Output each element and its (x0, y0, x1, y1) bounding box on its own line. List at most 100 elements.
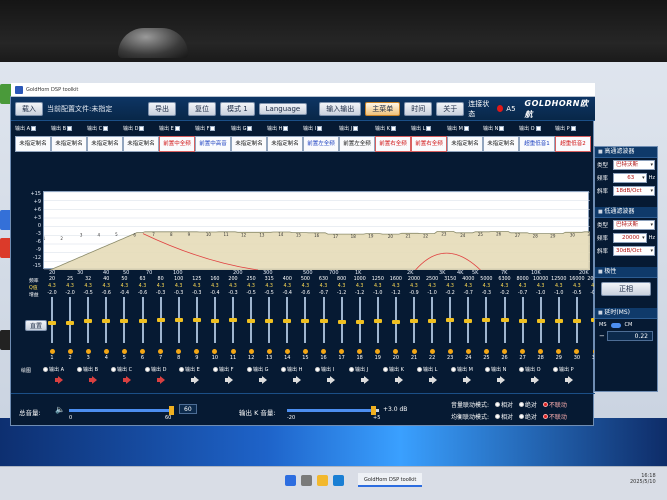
channel-name-box[interactable]: 前置中全频 (159, 136, 195, 152)
band-knob-icon[interactable] (302, 349, 308, 354)
slider-thumb[interactable] (120, 318, 129, 323)
param-cell[interactable]: 4000 (459, 277, 477, 282)
band-knob-icon[interactable] (339, 349, 345, 354)
delay-unit-cm[interactable]: CM (625, 322, 633, 328)
output-radio[interactable] (145, 367, 150, 372)
channel-1[interactable]: 输出 B 未指定制名 (51, 123, 89, 157)
param-cell[interactable]: -1.0 (423, 291, 441, 296)
volume-link-relative-radio[interactable] (494, 402, 500, 407)
output-radio[interactable] (281, 367, 286, 372)
slider-thumb[interactable] (337, 319, 346, 324)
param-cell[interactable]: 2500 (423, 277, 441, 282)
channel-checkbox[interactable] (535, 125, 541, 131)
eq-band-slider[interactable] (229, 297, 237, 343)
band-knob-icon[interactable] (140, 349, 145, 354)
master-volume-slider[interactable] (69, 406, 174, 415)
export-button[interactable]: 导出 (147, 101, 176, 116)
channel-7[interactable]: 输出 H 未指定制名 (267, 123, 305, 157)
mode-button[interactable]: 模式 1 (219, 101, 255, 116)
param-cell[interactable]: -1.2 (351, 291, 369, 296)
channel-checkbox[interactable] (31, 125, 37, 131)
channel-8[interactable]: 输出 I 前置左全频 (303, 123, 341, 157)
channel-name-box[interactable]: 未指定制名 (15, 136, 51, 152)
band-knob-icon[interactable] (103, 349, 109, 354)
band-marker[interactable]: 3 (80, 232, 83, 237)
param-cell[interactable]: 20 (43, 277, 61, 282)
slider-thumb[interactable] (319, 318, 328, 323)
param-cell[interactable]: 160 (206, 277, 224, 282)
param-cell[interactable]: 4.3 (532, 284, 550, 289)
band-knob-icon[interactable] (447, 349, 453, 354)
output-radio[interactable] (417, 367, 422, 372)
channel-13[interactable]: 输出 N 未指定制名 (483, 123, 521, 157)
param-cell[interactable]: 40 (97, 277, 115, 282)
slider-thumb[interactable] (428, 319, 437, 324)
speaker-icon[interactable] (395, 376, 405, 384)
param-cell[interactable]: 4.3 (115, 284, 133, 289)
eq-band-slider[interactable] (319, 297, 328, 343)
channel-checkbox[interactable] (67, 125, 73, 131)
channel-name-box[interactable]: 前置中高音 (195, 136, 231, 152)
band-marker[interactable]: 20 (388, 234, 394, 239)
param-cell[interactable]: 4.3 (152, 284, 170, 289)
speaker-icon[interactable] (361, 376, 371, 384)
slider-thumb[interactable] (518, 318, 527, 323)
param-cell[interactable]: 250 (242, 277, 260, 282)
param-cell[interactable]: -0.6 (97, 291, 115, 296)
eq-reset-button[interactable]: 直置 (25, 320, 48, 331)
slider-thumb[interactable] (482, 318, 491, 323)
band-marker[interactable]: 22 (423, 234, 429, 239)
param-cell[interactable]: -2.0 (43, 291, 61, 296)
param-cell[interactable]: 8000 (514, 277, 532, 282)
param-cell[interactable]: 4.3 (369, 284, 387, 289)
speaker-icon[interactable] (531, 376, 541, 384)
channel-name-box[interactable]: 超重低音1 (519, 136, 555, 152)
param-cell[interactable]: 4.3 (333, 284, 351, 289)
band-marker[interactable]: 24 (460, 233, 466, 238)
band-knob-icon[interactable] (321, 349, 326, 354)
volume-link-none-radio[interactable] (542, 402, 548, 407)
param-cell[interactable]: 4.3 (188, 284, 206, 289)
slider-thumb[interactable] (301, 318, 310, 323)
channel-checkbox[interactable] (353, 125, 359, 131)
band-marker[interactable]: 11 (223, 232, 229, 237)
hp-slope-select[interactable]: 18dB/Oct (613, 185, 655, 196)
band-marker[interactable]: 1 (43, 236, 46, 241)
channel-checkbox[interactable] (283, 125, 289, 131)
band-knob-icon[interactable] (375, 349, 381, 354)
eq-link-absolute-radio[interactable] (518, 414, 524, 419)
output-toggle-15[interactable]: 输出 P (553, 366, 593, 390)
channel-checkbox[interactable] (463, 125, 469, 131)
eq-band-slider[interactable] (283, 297, 292, 343)
channel-3[interactable]: 输出 D 未指定制名 (123, 123, 161, 157)
channel-4[interactable]: 输出 E 前置中全频 (159, 123, 197, 157)
band-marker[interactable]: 26 (496, 232, 502, 237)
channel-5[interactable]: 输出 F 前置中高音 (195, 123, 233, 157)
eq-band-slider[interactable] (174, 297, 183, 343)
channel-0[interactable]: 输出 A 未指定制名 (15, 123, 53, 157)
speaker-mute-icon[interactable] (157, 376, 167, 384)
eq-band-slider[interactable] (66, 297, 75, 343)
band-knob-icon[interactable] (483, 349, 489, 354)
param-cell[interactable]: 4.3 (405, 284, 423, 289)
param-cell[interactable]: -2.0 (61, 291, 79, 296)
hp-type-select[interactable]: 巴特沃斯 (613, 159, 655, 170)
band-knob-icon[interactable] (284, 349, 290, 354)
param-cell[interactable]: 500 (296, 277, 314, 282)
speaker-mute-icon[interactable] (89, 376, 99, 384)
param-cell[interactable]: 400 (278, 277, 296, 282)
slider-thumb[interactable] (247, 318, 256, 323)
slider-thumb[interactable] (156, 318, 165, 323)
slider-thumb[interactable] (265, 318, 274, 323)
band-knob-icon[interactable] (574, 349, 580, 354)
band-knob-icon[interactable] (266, 349, 272, 354)
eq-band-slider[interactable] (446, 297, 455, 343)
band-marker[interactable]: 14 (278, 232, 284, 237)
lp-freq-input[interactable]: 20000 (613, 232, 647, 243)
param-cell[interactable]: -0.5 (568, 291, 586, 296)
param-cell[interactable]: 4.3 (224, 284, 242, 289)
band-knob-icon[interactable] (176, 349, 182, 354)
eq-band-slider[interactable] (102, 297, 111, 343)
band-knob-icon[interactable] (538, 349, 544, 354)
eq-band-slider[interactable] (355, 297, 364, 343)
